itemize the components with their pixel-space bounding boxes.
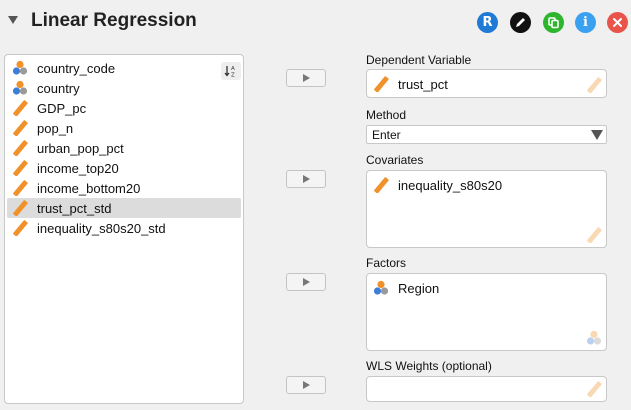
collapse-arrow-icon[interactable] [8,16,18,24]
source-variable-name: country [37,80,80,96]
source-variable-item[interactable]: inequality_s80s20_std [7,218,241,238]
scale-type-hint-icon [586,77,602,93]
nominal-type-hint-icon [586,330,602,346]
assign-factors-button[interactable] [286,273,326,291]
covariate-name: inequality_s80s20 [398,177,503,193]
close-analysis-button[interactable] [607,12,628,33]
source-variable-item[interactable]: country [7,78,241,98]
nominal-icon [12,60,28,76]
nominal-icon [12,80,28,96]
source-variable-name: income_top20 [37,160,119,176]
source-variable-name: inequality_s80s20_std [37,220,166,236]
factor-name: Region [398,280,440,296]
r-label: R [482,15,493,30]
scale-type-hint-icon [586,381,602,397]
ruler-icon [12,100,28,116]
ruler-icon [373,177,389,193]
source-variable-name: income_bottom20 [37,180,141,196]
arrow-right-icon [302,74,310,82]
edit-title-button[interactable] [510,12,531,33]
method-select[interactable]: Enter [366,125,607,144]
arrow-right-icon [302,175,310,183]
analysis-header: Linear Regression R i [0,0,631,46]
method-selected-value: Enter [372,128,401,142]
pencil-icon [516,18,525,27]
source-variable-name: pop_n [37,120,74,136]
source-variable-name: GDP_pc [37,100,87,116]
wls-weights-box[interactable] [366,376,607,402]
ruler-icon [12,200,28,216]
ruler-icon [12,120,28,136]
info-label: i [583,15,588,30]
method-label: Method [366,108,407,122]
dependent-variable-box[interactable]: trust_pct [366,69,607,98]
info-button[interactable]: i [575,12,596,33]
source-variable-item[interactable]: urban_pop_pct [7,138,241,158]
factor-item[interactable]: Region [373,280,439,296]
source-variable-item[interactable]: country_code [7,58,241,78]
dependent-variable-item[interactable]: trust_pct [373,76,448,92]
analysis-title[interactable]: Linear Regression [31,10,197,32]
covariates-label: Covariates [366,153,424,167]
ruler-icon [12,220,28,236]
assign-dependent-button[interactable] [286,69,326,87]
source-variable-item[interactable]: GDP_pc [7,98,241,118]
dropdown-arrow-icon [591,130,603,140]
ruler-icon [12,180,28,196]
wls-weights-label: WLS Weights (optional) [366,359,492,373]
factors-box[interactable]: Region [366,273,607,351]
source-variable-name: country_code [37,60,116,76]
close-icon [613,18,622,27]
scale-type-hint-icon [586,227,602,243]
source-variable-item[interactable]: income_top20 [7,158,241,178]
arrow-right-icon [302,381,310,389]
assign-wls-button[interactable] [286,376,326,394]
duplicate-button[interactable] [543,12,564,33]
ruler-icon [12,160,28,176]
factors-label: Factors [366,256,407,270]
nominal-icon [373,280,389,296]
arrow-right-icon [302,278,310,286]
source-variable-item[interactable]: pop_n [7,118,241,138]
source-variable-name: urban_pop_pct [37,140,124,156]
source-variable-item[interactable]: income_bottom20 [7,178,241,198]
ruler-icon [373,76,389,92]
covariates-box[interactable]: inequality_s80s20 [366,170,607,248]
dependent-variable-name: trust_pct [398,76,448,92]
dependent-variable-label: Dependent Variable [366,53,472,67]
source-variable-list[interactable]: A Z country_code country GDP_pc pop_n urban_… [4,54,244,404]
covariate-item[interactable]: inequality_s80s20 [373,177,502,193]
r-syntax-button[interactable]: R [477,12,498,33]
assign-covariates-button[interactable] [286,170,326,188]
ruler-icon [12,140,28,156]
source-variable-item[interactable]: trust_pct_std [7,198,241,218]
source-variable-name: trust_pct_std [37,200,112,216]
copy-icon [548,17,559,29]
